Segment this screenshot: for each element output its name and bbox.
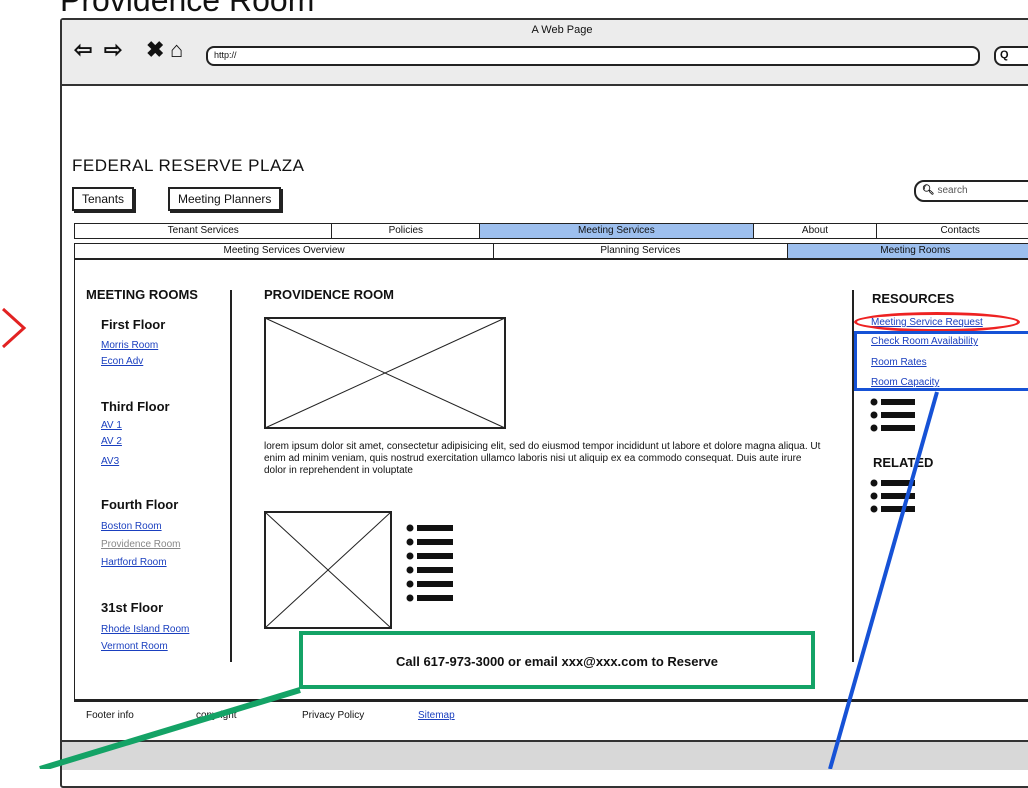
- room-description: lorem ipsum dolor sit amet, consectetur …: [264, 441, 821, 476]
- url-bar[interactable]: http://: [206, 46, 980, 66]
- floor-heading: First Floor: [101, 317, 166, 332]
- bullet-list-icon: [870, 479, 915, 513]
- tab-meeting-rooms[interactable]: Meeting Rooms: [787, 244, 1028, 258]
- floor-heading: Third Floor: [101, 399, 170, 414]
- tab-policies[interactable]: Policies: [332, 224, 481, 238]
- room-link-hartford[interactable]: Hartford Room: [101, 557, 167, 568]
- bullet-list-icon: [870, 398, 915, 432]
- image-placeholder-icon: [264, 317, 506, 429]
- page-heading: Providence Room: [60, 0, 315, 18]
- search-placeholder: search: [937, 185, 968, 196]
- room-link-av2[interactable]: AV 2: [101, 436, 122, 447]
- tab-tenant-services[interactable]: Tenant Services: [75, 224, 333, 238]
- sidebar-divider: [230, 290, 232, 662]
- resources-title: RESOURCES: [872, 291, 955, 306]
- highlight-box: [854, 331, 1028, 391]
- search-icon: Q: [1000, 49, 1009, 61]
- forward-arrow-icon[interactable]: ⇨: [104, 39, 122, 61]
- room-link-providence-current[interactable]: Providence Room: [101, 539, 180, 550]
- tab-about[interactable]: About: [754, 224, 878, 238]
- primary-nav: Tenant Services Policies Meeting Service…: [74, 223, 1028, 239]
- site-search-input[interactable]: 🔍︎ search: [914, 180, 1028, 202]
- meeting-planners-button[interactable]: Meeting Planners: [168, 187, 282, 211]
- room-link-rhode-island[interactable]: Rhode Island Room: [101, 624, 189, 635]
- floor-heading: 31st Floor: [101, 600, 164, 615]
- room-link-av3[interactable]: AV3: [101, 456, 119, 467]
- footer-sitemap-link[interactable]: Sitemap: [418, 710, 455, 721]
- tenants-button[interactable]: Tenants: [72, 187, 135, 211]
- footer-privacy-link[interactable]: Privacy Policy: [302, 710, 364, 721]
- tab-planning-services[interactable]: Planning Services: [494, 244, 788, 258]
- secondary-nav: Meeting Services Overview Planning Servi…: [74, 243, 1028, 259]
- tab-meeting-services[interactable]: Meeting Services: [480, 224, 754, 238]
- footer-info: Footer info: [86, 710, 134, 721]
- floor-heading: Fourth Floor: [101, 497, 179, 512]
- highlight-oval: [854, 312, 1020, 332]
- related-title: RELATED: [873, 455, 934, 470]
- room-link-vermont[interactable]: Vermont Room: [101, 641, 168, 652]
- room-link-boston[interactable]: Boston Room: [101, 521, 162, 532]
- room-link-econ-adv[interactable]: Econ Adv: [101, 356, 143, 367]
- footer-copyright: copyright: [196, 710, 237, 721]
- image-placeholder-icon: [264, 511, 392, 629]
- room-link-av1[interactable]: AV 1: [101, 420, 122, 431]
- site-title: FEDERAL RESERVE PLAZA: [72, 156, 305, 175]
- search-icon: 🔍︎: [922, 185, 935, 196]
- bullet-list-icon: [406, 524, 453, 602]
- room-link-morris[interactable]: Morris Room: [101, 340, 158, 351]
- tab-meeting-services-overview[interactable]: Meeting Services Overview: [75, 244, 495, 258]
- close-x-icon[interactable]: ✖: [146, 39, 164, 61]
- browser-status-bar: [62, 740, 1028, 770]
- back-arrow-icon[interactable]: ⇦: [74, 39, 92, 61]
- red-arrow-icon: [1, 307, 27, 349]
- footer-divider: [74, 700, 1028, 702]
- callout-text: Call 617-973-3000 or email xxx@xxx.com t…: [396, 654, 718, 669]
- tab-contacts[interactable]: Contacts: [877, 224, 1028, 238]
- window-title: A Web Page: [531, 24, 593, 36]
- callout-box: Call 617-973-3000 or email xxx@xxx.com t…: [299, 631, 815, 689]
- home-icon[interactable]: ⌂: [170, 39, 183, 61]
- browser-search-box[interactable]: Q: [994, 46, 1028, 66]
- room-title: PROVIDENCE ROOM: [264, 287, 395, 302]
- sidebar-title: MEETING ROOMS: [86, 287, 198, 302]
